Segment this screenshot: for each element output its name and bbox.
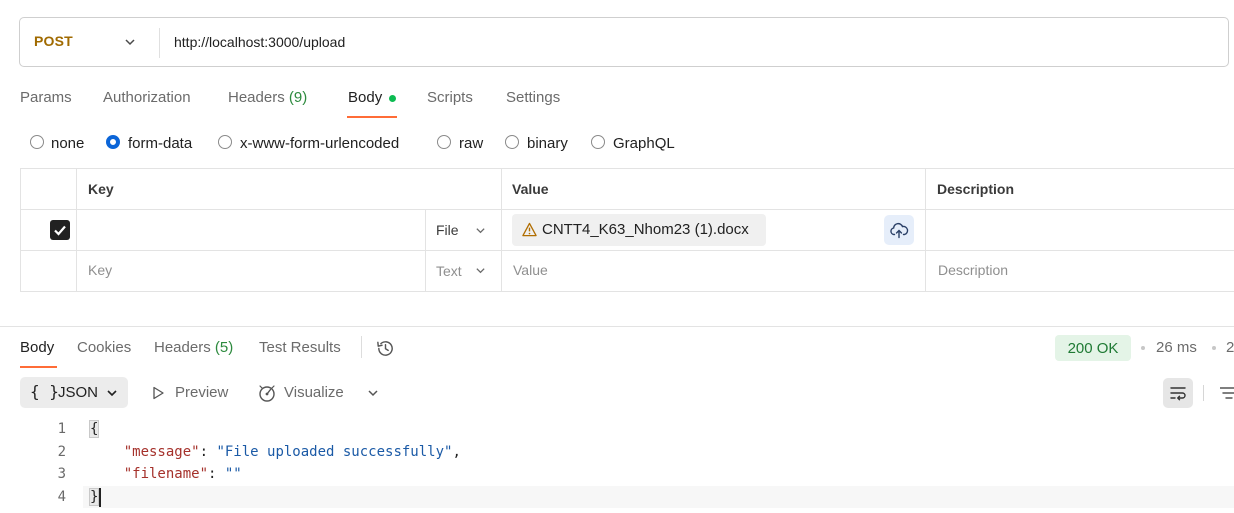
radio-graphql[interactable] bbox=[591, 135, 605, 149]
tab-params[interactable]: Params bbox=[20, 89, 72, 106]
row-checkbox[interactable] bbox=[50, 220, 70, 240]
open-brace: { bbox=[88, 420, 100, 438]
tab-authorization[interactable]: Authorization bbox=[103, 89, 191, 106]
response-tab-headers-label: Headers bbox=[154, 339, 211, 356]
radio-urlencoded-label[interactable]: x-www-form-urlencoded bbox=[240, 135, 399, 152]
warning-icon bbox=[522, 222, 537, 237]
radio-urlencoded[interactable] bbox=[218, 135, 232, 149]
json-string-value: "" bbox=[224, 466, 242, 482]
file-chip[interactable]: CNTT4_K63_Nhom23 (1).docx bbox=[512, 214, 766, 246]
response-tabs-divider bbox=[361, 336, 362, 358]
radio-form-data-label[interactable]: form-data bbox=[128, 135, 192, 152]
format-select[interactable]: { } JSON bbox=[20, 377, 128, 408]
active-response-tab-underline bbox=[20, 366, 57, 368]
response-tab-headers-count: (5) bbox=[214, 339, 234, 356]
response-tab-body[interactable]: Body bbox=[20, 339, 54, 356]
url-divider bbox=[159, 28, 160, 58]
wrap-lines-button[interactable] bbox=[1163, 378, 1193, 408]
table-border-left bbox=[20, 168, 21, 292]
table-col-divider bbox=[925, 168, 926, 292]
table-border-header bbox=[20, 209, 1234, 210]
column-header-description: Description bbox=[937, 181, 1015, 197]
line-number: 3 bbox=[57, 466, 66, 482]
response-time[interactable]: 26 ms bbox=[1156, 339, 1197, 356]
response-tab-test-results[interactable]: Test Results bbox=[259, 339, 341, 356]
description-placeholder[interactable]: Description bbox=[938, 262, 1008, 278]
active-line-highlight bbox=[83, 486, 1234, 508]
radio-raw-label[interactable]: raw bbox=[459, 135, 483, 152]
radio-raw[interactable] bbox=[437, 135, 451, 149]
meta-separator bbox=[1212, 346, 1216, 350]
tab-headers-label: Headers bbox=[228, 89, 285, 106]
tab-body[interactable]: Body bbox=[348, 89, 382, 106]
method-select[interactable]: POST bbox=[34, 33, 73, 49]
chevron-down-icon[interactable] bbox=[367, 387, 379, 399]
tab-headers[interactable]: Headers (9) bbox=[228, 89, 307, 106]
radio-graphql-label[interactable]: GraphQL bbox=[613, 135, 675, 152]
table-col-divider bbox=[425, 209, 426, 292]
type-select[interactable]: File bbox=[436, 222, 459, 238]
line-number: 1 bbox=[57, 421, 66, 437]
cloud-upload-icon bbox=[889, 220, 909, 240]
meta-separator bbox=[1141, 346, 1145, 350]
response-size-truncated[interactable]: 2 bbox=[1226, 339, 1234, 356]
active-tab-underline bbox=[347, 116, 397, 118]
radio-binary-label[interactable]: binary bbox=[527, 135, 568, 152]
table-col-divider bbox=[501, 168, 502, 292]
value-placeholder[interactable]: Value bbox=[513, 262, 548, 278]
radio-form-data[interactable] bbox=[106, 135, 120, 149]
response-tab-headers[interactable]: Headers (5) bbox=[154, 339, 233, 356]
table-col-divider bbox=[76, 168, 77, 292]
line-number: 4 bbox=[57, 489, 66, 505]
upload-file-button[interactable] bbox=[884, 215, 914, 245]
chevron-down-icon[interactable] bbox=[475, 265, 486, 276]
table-border-top bbox=[20, 168, 1234, 169]
chevron-down-icon[interactable] bbox=[124, 36, 136, 48]
radio-binary[interactable] bbox=[505, 135, 519, 149]
radio-none[interactable] bbox=[30, 135, 44, 149]
response-tab-cookies[interactable]: Cookies bbox=[77, 339, 131, 356]
file-name: CNTT4_K63_Nhom23 (1).docx bbox=[542, 221, 749, 238]
json-key: "message" bbox=[123, 444, 200, 460]
column-header-value: Value bbox=[512, 181, 549, 197]
url-bar: POST http://localhost:3000/upload bbox=[19, 17, 1229, 67]
tab-headers-count: (9) bbox=[288, 89, 308, 106]
wrap-lines-icon bbox=[1169, 384, 1187, 402]
history-icon[interactable] bbox=[375, 338, 396, 359]
json-key: "filename" bbox=[123, 466, 209, 482]
toolbar-divider bbox=[1203, 385, 1204, 401]
tab-scripts[interactable]: Scripts bbox=[427, 89, 473, 106]
code-line[interactable]: } bbox=[88, 488, 100, 506]
response-divider bbox=[0, 326, 1234, 327]
text-cursor bbox=[99, 488, 101, 507]
status-badge[interactable]: 200 OK bbox=[1055, 335, 1131, 361]
json-string-value: "File uploaded successfully" bbox=[216, 444, 453, 460]
preview-button[interactable]: Preview bbox=[175, 384, 228, 401]
table-border-bottom bbox=[20, 291, 1234, 292]
code-line[interactable]: { bbox=[88, 420, 100, 438]
close-brace: } bbox=[88, 488, 100, 506]
chevron-down-icon[interactable] bbox=[475, 225, 486, 236]
column-header-key: Key bbox=[88, 181, 114, 197]
play-icon[interactable] bbox=[151, 386, 165, 400]
format-label: JSON bbox=[58, 384, 99, 401]
key-placeholder[interactable]: Key bbox=[88, 262, 112, 278]
code-line[interactable]: "message": "File uploaded successfully", bbox=[90, 444, 461, 460]
table-border-row bbox=[20, 250, 1234, 251]
radio-none-label[interactable]: none bbox=[51, 135, 84, 152]
code-line[interactable]: "filename": "" bbox=[90, 466, 242, 482]
filter-icon[interactable] bbox=[1220, 384, 1234, 402]
braces-icon: { } bbox=[30, 382, 59, 401]
visualize-icon[interactable] bbox=[257, 383, 277, 403]
visualize-button[interactable]: Visualize bbox=[284, 384, 344, 401]
status-text: 200 OK bbox=[1067, 340, 1119, 357]
chevron-down-icon bbox=[106, 387, 118, 399]
line-number: 2 bbox=[57, 444, 66, 460]
body-modified-indicator bbox=[389, 95, 396, 102]
type-select-placeholder[interactable]: Text bbox=[436, 263, 462, 279]
tab-settings[interactable]: Settings bbox=[506, 89, 560, 106]
url-input[interactable]: http://localhost:3000/upload bbox=[174, 34, 345, 50]
